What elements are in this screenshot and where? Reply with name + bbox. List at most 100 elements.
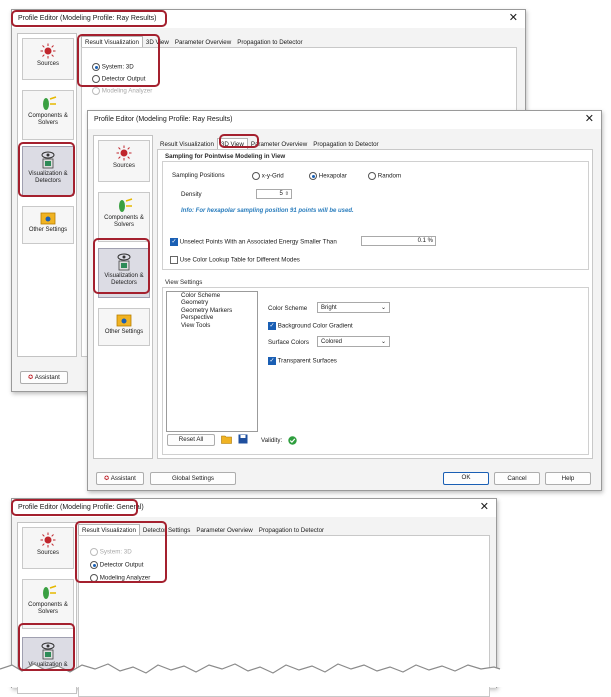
surface-colors-select[interactable]: Colored ⌄: [317, 336, 390, 347]
list-item[interactable]: Perspective: [167, 314, 257, 321]
close-icon[interactable]: ✕: [585, 114, 594, 125]
view-settings-title: View Settings: [165, 279, 203, 286]
option-random[interactable]: Random: [368, 172, 401, 180]
open-folder-icon[interactable]: [221, 434, 232, 444]
valid-check-icon: [288, 436, 297, 445]
settings-folder-icon: [116, 314, 132, 327]
button-label: OK: [461, 474, 471, 481]
color-scheme-select[interactable]: Bright ⌄: [317, 302, 390, 313]
light-source-icon: [40, 532, 56, 548]
assistant-button[interactable]: ✪ Assistant: [96, 472, 144, 485]
highlight-nav-2: [93, 238, 150, 294]
nav-components-solvers[interactable]: Components & Solvers: [98, 192, 150, 242]
nav-label: Components & Solvers: [28, 602, 68, 615]
nav-label: Sources: [112, 163, 135, 169]
nav-components-solvers[interactable]: Components & Solvers: [22, 579, 74, 629]
chevron-down-icon: ⌄: [380, 305, 386, 311]
color-scheme-label: Color Scheme: [268, 305, 308, 312]
nav-components-solvers[interactable]: Components & Solvers: [22, 90, 74, 140]
checkbox-checked[interactable]: ✓: [170, 238, 178, 246]
highlight-title-1: [11, 10, 167, 27]
checkbox-label: Use Color Lookup Table for Different Mod…: [179, 256, 300, 264]
title-bar: Profile Editor (Modeling Profile: Ray Re…: [88, 111, 601, 129]
list-item[interactable]: Geometry Markers: [167, 307, 257, 314]
radio-button: [92, 87, 100, 95]
nav-label: Components & Solvers: [28, 113, 68, 126]
light-source-icon: [40, 43, 56, 59]
close-icon[interactable]: ✕: [480, 502, 489, 513]
energy-threshold-value: 0.1 %: [417, 238, 433, 244]
category-sidebar: Sources Components & Solvers Visualizati…: [93, 135, 153, 459]
window-title: Profile Editor (Modeling Profile: Ray Re…: [94, 116, 233, 123]
components-icon: [43, 585, 57, 599]
view-settings-list[interactable]: Color Scheme Geometry Geometry Markers P…: [166, 291, 258, 432]
checkbox-checked[interactable]: ✓: [268, 357, 276, 365]
highlight-title-3: [11, 499, 138, 516]
select-value: Colored: [321, 339, 343, 345]
sampling-group-title: Sampling for Pointwise Modeling in View: [165, 153, 286, 160]
option-label: Random: [377, 172, 402, 180]
surface-colors-label: Surface Colors: [268, 339, 309, 346]
list-item[interactable]: View Tools: [167, 322, 257, 329]
assistant-icon: ✪: [28, 374, 34, 381]
checkbox-unchecked[interactable]: [170, 256, 178, 264]
settings-folder-icon: [40, 212, 56, 225]
color-lookup-checkbox[interactable]: Use Color Lookup Table for Different Mod…: [170, 256, 300, 264]
close-icon[interactable]: ✕: [509, 13, 518, 24]
light-source-icon: [116, 145, 132, 161]
ok-button[interactable]: OK: [443, 472, 489, 485]
checkbox-label: Background Color Gradient: [277, 322, 353, 330]
nav-sources[interactable]: Sources: [22, 527, 74, 569]
nav-other-settings[interactable]: Other Settings: [98, 308, 150, 346]
components-icon: [43, 96, 57, 110]
density-value: 5: [279, 191, 283, 197]
option-modeling-analyzer: Modeling Analyzer: [92, 87, 152, 95]
option-hexapolar[interactable]: Hexapolar: [309, 172, 347, 180]
torn-edge: [0, 663, 611, 687]
save-icon[interactable]: [238, 434, 248, 444]
button-label: Help: [561, 475, 575, 482]
nav-label: Components & Solvers: [104, 215, 144, 228]
assistant-button[interactable]: ✪ Assistant: [20, 371, 68, 384]
spinner-icon[interactable]: ⇳: [285, 191, 289, 197]
highlight-options-3: [75, 521, 167, 583]
select-value: Bright: [321, 305, 337, 311]
button-label: Assistant: [110, 475, 136, 482]
components-icon: [119, 198, 133, 212]
validity-label: Validity:: [261, 437, 283, 444]
highlight-options-1: [77, 34, 160, 87]
checkbox-label: Unselect Points With an Associated Energ…: [179, 238, 337, 246]
list-item[interactable]: Geometry: [167, 299, 257, 306]
radio-button[interactable]: [252, 172, 260, 180]
checkbox-checked[interactable]: ✓: [268, 322, 276, 330]
density-field[interactable]: 5 ⇳: [256, 189, 292, 199]
checkbox-label: Transparent Surfaces: [277, 357, 337, 365]
button-label: Cancel: [507, 475, 527, 482]
density-label: Density: [181, 191, 202, 198]
highlight-3d-view-tab: [219, 134, 259, 148]
sampling-positions-label: Sampling Positions: [172, 172, 225, 179]
background-gradient-checkbox[interactable]: ✓ Background Color Gradient: [268, 322, 353, 330]
global-settings-button[interactable]: Global Settings: [150, 472, 236, 485]
highlight-nav-3: [18, 623, 75, 671]
help-button[interactable]: Help: [545, 472, 591, 485]
unselect-points-checkbox[interactable]: ✓ Unselect Points With an Associated Ene…: [170, 238, 337, 246]
transparent-surfaces-checkbox[interactable]: ✓ Transparent Surfaces: [268, 357, 337, 365]
radio-button[interactable]: [309, 172, 317, 180]
chevron-down-icon: ⌄: [380, 339, 386, 345]
button-label: Assistant: [34, 374, 60, 381]
list-item[interactable]: Color Scheme: [167, 292, 257, 299]
button-label: Global Settings: [172, 475, 214, 482]
energy-threshold-field[interactable]: 0.1 %: [361, 236, 436, 246]
option-xy-grid[interactable]: x-y-Grid: [252, 172, 284, 180]
reset-all-button[interactable]: Reset All: [167, 434, 215, 446]
cancel-button[interactable]: Cancel: [494, 472, 540, 485]
highlight-nav-1: [18, 142, 75, 197]
radio-button[interactable]: [368, 172, 376, 180]
nav-sources[interactable]: Sources: [22, 38, 74, 80]
option-label: x-y-Grid: [261, 172, 284, 180]
assistant-icon: ✪: [104, 475, 110, 482]
nav-label: Other Settings: [28, 227, 68, 233]
nav-sources[interactable]: Sources: [98, 140, 150, 182]
nav-other-settings[interactable]: Other Settings: [22, 206, 74, 244]
